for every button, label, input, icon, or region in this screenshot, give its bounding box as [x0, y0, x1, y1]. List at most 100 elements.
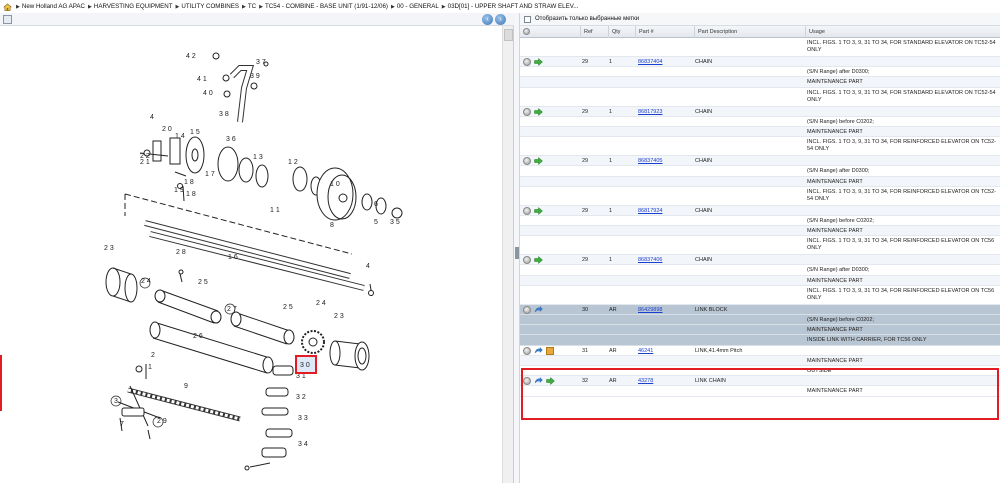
diagram-pane: ‹ › 4 2 3 7 3 9 4 1 4 0 3 8 4 2 0 1 4 1 … [0, 13, 514, 483]
part-row[interactable]: 29 1 86837405 CHAIN [520, 156, 1000, 167]
usage-row[interactable]: INCL. FIGS. 1 TO 3, 9, 31 TO 34, FOR STA… [520, 88, 1000, 107]
svg-text:2 1: 2 1 [140, 159, 150, 166]
breadcrumb-item[interactable]: 03D[01] - UPPER SHAFT AND STRAW ELEV... [448, 3, 579, 10]
show-selected-only-checkbox[interactable] [524, 15, 531, 23]
add-to-cart-icon[interactable] [534, 157, 543, 166]
previous-page-button[interactable]: ‹ [482, 14, 493, 25]
add-to-cart-icon[interactable] [534, 256, 543, 265]
svg-text:5: 5 [374, 219, 378, 226]
breadcrumb-item[interactable]: 00 - GENERAL [397, 3, 439, 10]
svg-text:4 0: 4 0 [203, 90, 213, 97]
description-cell: LINK CHAIN [695, 378, 726, 385]
usage-row[interactable]: INSIDE LINK WITH CARRIER, FOR TC56 ONLY [520, 335, 1000, 346]
svg-text:4: 4 [150, 114, 154, 121]
usage-row[interactable]: (S/N Range) before C0202; [520, 117, 1000, 127]
breadcrumb-item[interactable]: UTILITY COMBINES [181, 3, 239, 10]
ref-cell: 30 [582, 306, 589, 313]
usage-row[interactable]: MAINTENANCE PART [520, 126, 1000, 138]
svg-text:4 2: 4 2 [186, 53, 196, 60]
usage-cell: INCL. FIGS. 1 TO 3, 9, 31 TO 34, FOR REI… [807, 238, 995, 252]
part-number-link[interactable]: 86837406 [638, 257, 662, 264]
usage-row[interactable]: INCL. FIGS. 1 TO 3, 9, 31 TO 34, FOR REI… [520, 187, 1000, 206]
col-qty[interactable]: Qty [608, 26, 621, 38]
svg-text:2: 2 [151, 352, 155, 359]
part-number-link[interactable]: 86429898 [638, 307, 662, 314]
usage-row[interactable]: INCL. FIGS. 1 TO 3, 9, 31 TO 34, FOR REI… [520, 286, 1000, 305]
usage-row[interactable]: MAINTENANCE PART [520, 275, 1000, 286]
go-to-part-icon[interactable] [534, 377, 543, 385]
col-part-description[interactable]: Part Description [694, 26, 737, 38]
info-icon[interactable] [523, 206, 531, 215]
next-page-button[interactable]: › [495, 14, 506, 25]
info-icon[interactable] [523, 157, 531, 166]
breadcrumb-item[interactable]: TC54 - COMBINE - BASE UNIT (1/91-12/06) [265, 3, 388, 10]
part-row[interactable]: 29 1 86837406 CHAIN [520, 255, 1000, 266]
info-icon[interactable] [523, 346, 531, 355]
go-to-part-icon[interactable] [534, 305, 543, 314]
usage-cell: INSIDE LINK WITH CARRIER, FOR TC56 ONLY [807, 337, 927, 344]
add-to-cart-icon[interactable] [534, 206, 543, 215]
usage-row[interactable]: (S/N Range) after D0300; [520, 166, 1000, 177]
usage-row[interactable]: MAINTENANCE PART [520, 77, 1000, 88]
go-to-part-icon[interactable] [534, 346, 543, 355]
add-to-cart-icon[interactable] [546, 377, 555, 386]
qty-cell: 1 [609, 108, 613, 115]
description-cell: CHAIN [695, 257, 713, 264]
breadcrumb-arrow-icon: ▶ [390, 4, 395, 10]
svg-text:1 8: 1 8 [184, 179, 194, 186]
ref-cell: 29 [582, 257, 589, 264]
col-usage[interactable]: Usage [805, 26, 825, 38]
usage-row[interactable]: INCL. FIGS. 1 TO 3, 9, 31 TO 34, FOR STA… [520, 38, 1000, 57]
usage-row[interactable]: MAINTENANCE PART [520, 325, 1000, 336]
svg-text:1 4: 1 4 [175, 133, 185, 140]
part-row[interactable]: 29 1 86817924 CHAIN [520, 205, 1000, 216]
col-part-number[interactable]: Part # [635, 26, 654, 38]
part-number-link[interactable]: 86817923 [638, 109, 662, 116]
part-row[interactable]: 32 AR 43278 LINK CHAIN [520, 376, 1000, 387]
breadcrumb-item[interactable]: TC [248, 3, 256, 10]
info-icon[interactable] [523, 305, 531, 314]
home-icon[interactable] [3, 2, 12, 11]
kit-icon[interactable] [546, 346, 554, 355]
usage-row[interactable]: MAINTENANCE PART [520, 386, 1000, 397]
part-row[interactable]: 29 1 86817923 CHAIN [520, 106, 1000, 117]
part-number-link[interactable]: 43278 [638, 378, 653, 385]
part-row[interactable]: 31 AR 46241 LINK,41.4mm Pitch [520, 346, 1000, 356]
part-number-link[interactable]: 46241 [638, 348, 653, 355]
diagram-scrollbar[interactable] [502, 26, 513, 483]
breadcrumb-item[interactable]: HARVESTING EQUIPMENT [94, 3, 173, 10]
col-ref[interactable]: Ref [580, 26, 593, 38]
usage-row[interactable]: OUTSIDE [520, 366, 1000, 377]
splitter-grip-icon[interactable] [515, 247, 519, 259]
usage-row[interactable]: MAINTENANCE PART [520, 355, 1000, 366]
description-cell: LINK BLOCK [695, 306, 728, 313]
usage-row[interactable]: (S/N Range) after D0300; [520, 265, 1000, 276]
info-icon[interactable] [523, 58, 531, 66]
usage-row[interactable]: MAINTENANCE PART [520, 176, 1000, 187]
svg-text:2 5: 2 5 [283, 304, 293, 311]
usage-row[interactable]: INCL. FIGS. 1 TO 3, 9, 31 TO 34, FOR REI… [520, 137, 1000, 157]
breadcrumb-item[interactable]: New Holland AG APAC [22, 3, 85, 10]
usage-row[interactable]: INCL. FIGS. 1 TO 3, 9, 31 TO 34, FOR REI… [520, 236, 1000, 256]
add-to-cart-icon[interactable] [534, 58, 543, 66]
usage-row[interactable]: (S/N Range) before C0202; [520, 216, 1000, 227]
qty-cell: AR [609, 378, 617, 385]
usage-row[interactable]: (S/N Range) after D0300; [520, 67, 1000, 78]
add-to-cart-icon[interactable] [534, 107, 543, 116]
part-number-link[interactable]: 86817924 [638, 208, 662, 215]
svg-text:1 8: 1 8 [186, 191, 196, 198]
usage-row[interactable]: (S/N Range) before C0202; [520, 315, 1000, 326]
info-icon[interactable] [523, 377, 531, 386]
svg-text:2 0: 2 0 [162, 126, 172, 133]
part-row[interactable]: 29 1 86837404 CHAIN [520, 57, 1000, 68]
usage-cell: INCL. FIGS. 1 TO 3, 9, 31 TO 34, FOR REI… [807, 287, 995, 301]
description-cell: CHAIN [695, 108, 713, 115]
info-icon[interactable] [523, 107, 531, 116]
info-icon[interactable] [523, 256, 531, 265]
zoom-icon[interactable] [3, 15, 12, 24]
part-number-link[interactable]: 86837405 [638, 158, 662, 165]
usage-cell: (S/N Range) after D0300; [807, 168, 870, 175]
part-row[interactable]: 30 AR 86429898 LINK BLOCK [520, 304, 1000, 315]
usage-row[interactable]: MAINTENANCE PART [520, 226, 1000, 237]
part-number-link[interactable]: 86837404 [638, 59, 662, 66]
